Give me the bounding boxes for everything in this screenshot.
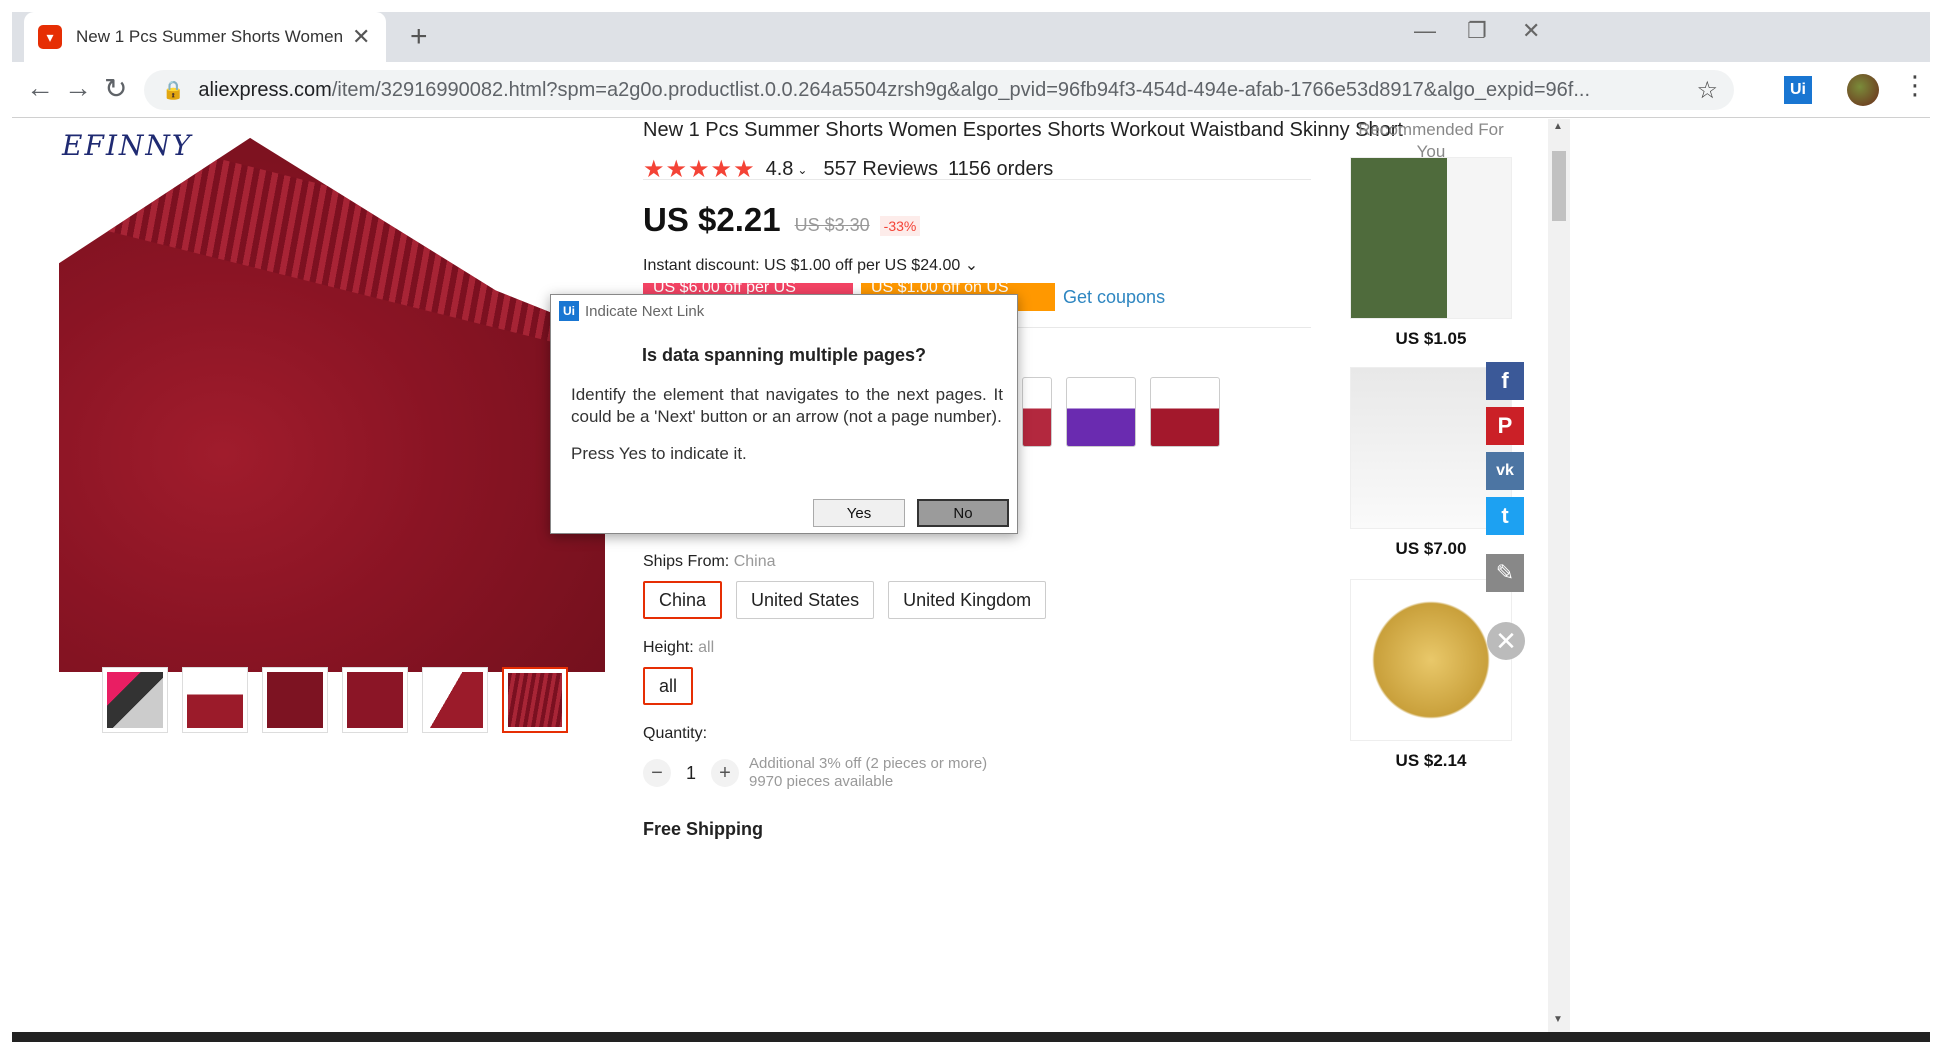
pinterest-icon[interactable]: P bbox=[1486, 407, 1524, 445]
orders-count: 1156 orders bbox=[947, 158, 1054, 180]
dialog-instruction: Press Yes to indicate it. bbox=[571, 444, 747, 463]
menu-icon[interactable]: ⋮ bbox=[1902, 70, 1928, 101]
free-shipping: Free Shipping bbox=[643, 819, 764, 839]
rating-value[interactable]: 4.8 bbox=[766, 158, 794, 181]
reload-icon[interactable]: ↻ bbox=[104, 72, 127, 105]
color-option[interactable] bbox=[1066, 377, 1136, 447]
restore-icon[interactable]: ❐ bbox=[1467, 18, 1487, 44]
price-row: US $2.21 US $3.30 -33% bbox=[643, 201, 921, 239]
quantity-info: Additional 3% off (2 pieces or more) 997… bbox=[749, 755, 988, 790]
color-option[interactable] bbox=[1022, 377, 1052, 447]
chevron-down-icon: ⌄ bbox=[964, 257, 979, 274]
height-option-all[interactable]: all bbox=[643, 667, 694, 705]
bookmark-star-icon[interactable]: ☆ bbox=[1696, 76, 1718, 105]
height-label: Height: all bbox=[643, 639, 715, 656]
address-bar[interactable]: 🔒 aliexpress.com/item/32916990082.html?s… bbox=[144, 70, 1734, 110]
quantity-label: Quantity: bbox=[643, 725, 708, 742]
original-price: US $3.30 bbox=[794, 215, 870, 235]
browser-toolbar: ← → ↻ 🔒 aliexpress.com/item/32916990082.… bbox=[12, 62, 1930, 118]
brand-logo: EFINNY bbox=[62, 129, 193, 162]
forward-icon[interactable]: → bbox=[64, 72, 92, 104]
divider bbox=[643, 179, 1311, 180]
color-option[interactable] bbox=[1150, 377, 1220, 447]
thumbnail[interactable] bbox=[102, 667, 168, 733]
product-main-image[interactable] bbox=[59, 137, 605, 672]
thumbnail[interactable] bbox=[262, 667, 328, 733]
edit-icon[interactable]: ✎ bbox=[1486, 554, 1524, 592]
dialog-buttons: Yes No bbox=[813, 499, 1009, 527]
current-price: US $2.21 bbox=[643, 201, 781, 238]
decrement-icon[interactable]: − bbox=[643, 759, 671, 787]
dialog-title: Indicate Next Link bbox=[585, 302, 705, 320]
scrollbar-thumb[interactable] bbox=[1552, 151, 1566, 221]
thumbnail-selected[interactable] bbox=[502, 667, 568, 733]
back-icon[interactable]: ← bbox=[26, 72, 54, 104]
increment-icon[interactable]: + bbox=[711, 759, 739, 787]
ships-from-options: China United States United Kingdom bbox=[643, 581, 1047, 619]
tab-title: New 1 Pcs Summer Shorts Women bbox=[76, 27, 344, 46]
recommended-price: US $1.05 bbox=[1395, 329, 1467, 348]
tab-strip: ▾ New 1 Pcs Summer Shorts Women ✕ + — ❐ … bbox=[12, 12, 1930, 62]
recommended-price: US $2.14 bbox=[1395, 751, 1467, 770]
instant-discount[interactable]: Instant discount: US $1.00 off per US $2… bbox=[643, 255, 978, 275]
dialog-header: Ui Indicate Next Link bbox=[551, 295, 1017, 327]
url-text: aliexpress.com/item/32916990082.html?spm… bbox=[198, 78, 1591, 101]
dialog-question: Is data spanning multiple pages? bbox=[641, 345, 927, 365]
profile-avatar[interactable] bbox=[1847, 74, 1879, 106]
indicate-next-link-dialog: Ui Indicate Next Link Is data spanning m… bbox=[550, 294, 1018, 534]
chevron-down-icon[interactable]: ⌄ bbox=[797, 163, 807, 177]
dialog-body: Identify the element that navigates to t… bbox=[571, 385, 1003, 426]
color-options bbox=[1022, 377, 1220, 447]
twitter-icon[interactable]: t bbox=[1486, 497, 1524, 535]
ships-from-label: Ships From: China bbox=[643, 553, 776, 570]
ship-option-united-kingdom[interactable]: United Kingdom bbox=[888, 581, 1047, 619]
close-icon[interactable]: ✕ bbox=[1487, 622, 1525, 660]
recommended-item[interactable] bbox=[1350, 579, 1512, 741]
ship-option-china[interactable]: China bbox=[643, 581, 723, 619]
window-close-icon[interactable]: ✕ bbox=[1522, 18, 1540, 44]
height-options: all bbox=[643, 667, 694, 705]
reviews-link[interactable]: 557 Reviews bbox=[823, 158, 938, 181]
get-coupons-link[interactable]: Get coupons bbox=[1063, 287, 1165, 308]
lock-icon: 🔒 bbox=[162, 79, 185, 100]
product-title: New 1 Pcs Summer Shorts Women Esportes S… bbox=[643, 119, 1403, 141]
tab-close-icon[interactable]: ✕ bbox=[352, 24, 370, 50]
product-page: EFINNY New 1 Pcs Summer Shorts Women Esp… bbox=[12, 119, 1918, 1032]
taskbar bbox=[12, 1032, 1930, 1042]
thumbnail[interactable] bbox=[182, 667, 248, 733]
ship-option-united-states[interactable]: United States bbox=[736, 581, 875, 619]
quantity-value[interactable]: 1 bbox=[671, 763, 711, 784]
uipath-icon: Ui bbox=[559, 301, 579, 321]
thumbnail[interactable] bbox=[422, 667, 488, 733]
vk-icon[interactable]: vk bbox=[1486, 452, 1524, 490]
browser-tab[interactable]: ▾ New 1 Pcs Summer Shorts Women ✕ bbox=[24, 12, 386, 62]
yes-button[interactable]: Yes bbox=[813, 499, 905, 527]
image-thumbnails bbox=[102, 667, 568, 733]
aliexpress-favicon-icon: ▾ bbox=[38, 25, 62, 49]
facebook-icon[interactable]: f bbox=[1486, 362, 1524, 400]
thumbnail[interactable] bbox=[342, 667, 408, 733]
uipath-extension-icon[interactable]: Ui bbox=[1784, 76, 1812, 104]
new-tab-icon[interactable]: + bbox=[410, 20, 428, 54]
page-scrollbar[interactable]: ▲ ▼ bbox=[1548, 119, 1570, 1032]
quantity-stepper: − 1 + Additional 3% off (2 pieces or mor… bbox=[643, 755, 987, 791]
discount-badge: -33% bbox=[879, 216, 921, 236]
recommended-item[interactable] bbox=[1350, 157, 1512, 319]
minimize-icon[interactable]: — bbox=[1414, 18, 1436, 44]
no-button[interactable]: No bbox=[917, 499, 1009, 527]
